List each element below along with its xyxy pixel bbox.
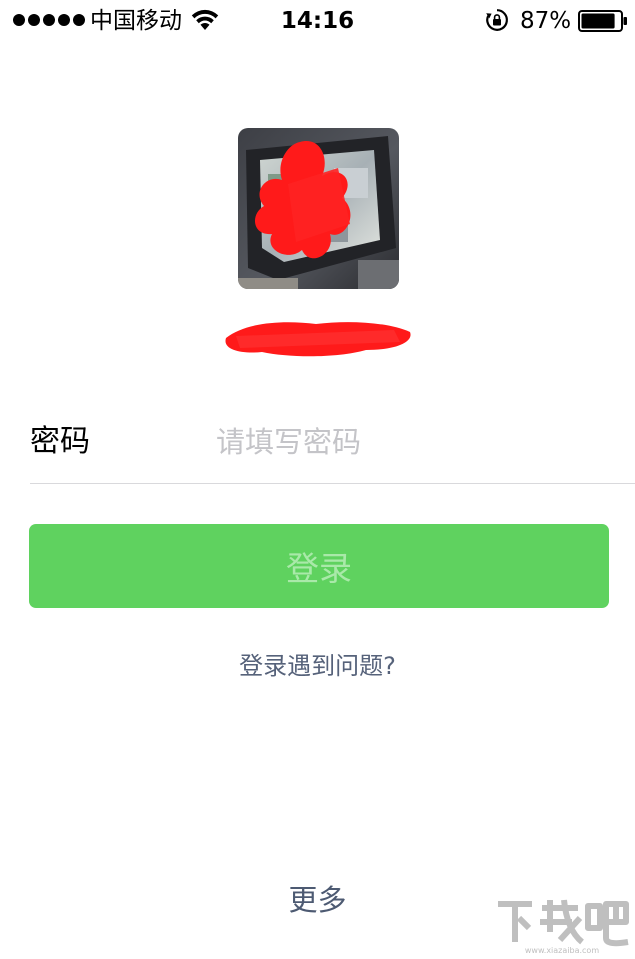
login-trouble-link[interactable]: 登录遇到问题? <box>0 648 635 684</box>
watermark-logo: www.xiazaiba.com <box>498 899 629 955</box>
password-label: 密码 <box>30 424 90 459</box>
username-redaction <box>225 322 411 357</box>
password-input[interactable] <box>216 420 606 464</box>
rotation-lock-icon <box>486 9 508 31</box>
status-bar: 中国移动 14:16 87% <box>0 0 635 42</box>
watermark-url: www.xiazaiba.com <box>525 946 599 955</box>
avatar <box>238 128 399 289</box>
login-button[interactable]: 登录 <box>29 524 609 608</box>
password-row: 密码 <box>0 400 635 484</box>
divider <box>30 483 635 484</box>
battery-icon <box>578 10 627 32</box>
login-button-label: 登录 <box>286 549 352 588</box>
battery-percentage: 87% <box>520 8 572 34</box>
